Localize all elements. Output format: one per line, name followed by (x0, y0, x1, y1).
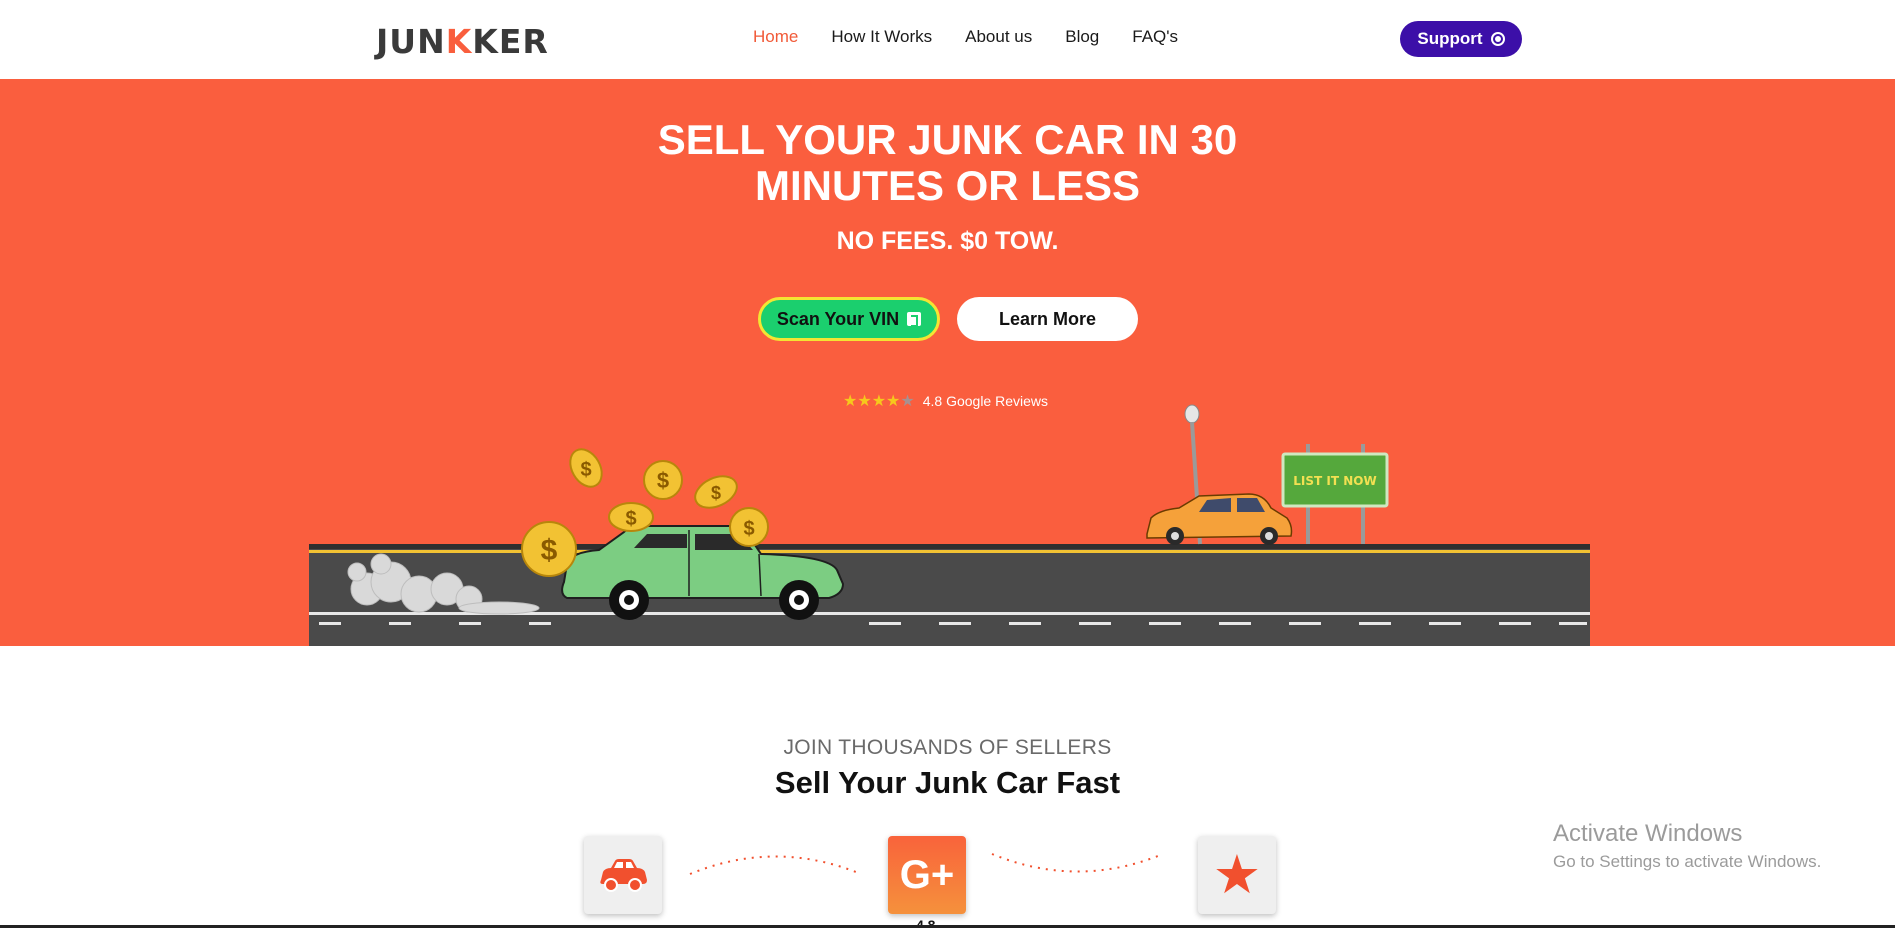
dotted-connector (991, 853, 1159, 873)
hero-headline: SELL YOUR JUNK CAR IN 30 MINUTES OR LESS (0, 117, 1895, 209)
logo-text-2: K (445, 22, 473, 61)
coin: $ (729, 507, 769, 547)
hero-section: SELL YOUR JUNK CAR IN 30 MINUTES OR LESS… (0, 79, 1895, 646)
coin: $ (608, 502, 654, 532)
list-it-now-sign: LIST IT NOW (1281, 444, 1389, 544)
support-label: Support (1417, 29, 1483, 48)
section-eyebrow: JOIN THOUSANDS OF SELLERS (783, 736, 1112, 759)
enter-icon (907, 312, 922, 327)
nav-home[interactable]: Home (753, 27, 798, 47)
car-icon (600, 859, 647, 892)
hero-subheadline: NO FEES. $0 TOW. (836, 227, 1059, 255)
svg-text:$: $ (580, 459, 591, 481)
star-tile: ★ (1198, 836, 1276, 914)
nav-faqs[interactable]: FAQ's (1132, 27, 1178, 47)
learn-more-button[interactable]: Learn More (957, 297, 1138, 341)
support-button[interactable]: Support (1400, 21, 1522, 57)
activate-windows-watermark: Activate Windows Go to Settings to activ… (1553, 820, 1821, 872)
nav-blog[interactable]: Blog (1065, 27, 1099, 47)
svg-text:$: $ (657, 468, 669, 493)
scan-vin-label: Scan Your VIN (776, 308, 900, 329)
headline-line-1: SELL YOUR JUNK CAR IN 30 (657, 116, 1238, 163)
svg-text:$: $ (743, 518, 754, 540)
dotted-connector (689, 855, 857, 875)
logo-text-1: JUN (376, 22, 446, 61)
nav-about-us[interactable]: About us (965, 27, 1032, 47)
learn-more-label: Learn More (998, 308, 1097, 329)
nav-how-it-works[interactable]: How It Works (831, 27, 932, 47)
star-icon: ★ (1212, 845, 1262, 905)
main-nav: Home How It Works About us Blog FAQ's (753, 27, 1211, 47)
activate-line-2: Go to Settings to activate Windows. (1553, 852, 1822, 871)
coin: $ (694, 475, 738, 509)
crashed-car (1146, 493, 1293, 545)
sign-text: LIST IT NOW (1293, 474, 1376, 488)
activate-line-1: Activate Windows (1553, 820, 1743, 847)
scan-vin-button[interactable]: Scan Your VIN (758, 297, 940, 341)
road-yellow-line (309, 550, 1590, 553)
car-tile (584, 836, 662, 914)
radio-dot-icon (1490, 32, 1505, 46)
coin: $ (643, 460, 683, 500)
svg-text:$: $ (541, 534, 558, 567)
junkker-logo[interactable]: JUNKKER (376, 22, 549, 61)
road-illustration: $ $ $ $ $ $ LIST IT NOW (309, 404, 1590, 646)
google-plus-tile: G+ (888, 836, 966, 914)
svg-text:$: $ (625, 508, 636, 530)
coin: $ (521, 521, 577, 577)
coin: $ (569, 448, 603, 488)
road (309, 544, 1590, 646)
site-header: JUNKKER Home How It Works About us Blog … (0, 0, 1895, 79)
logo-text-3: KER (472, 22, 549, 61)
headline-line-2: MINUTES OR LESS (754, 162, 1141, 209)
google-plus-icon: G+ (899, 852, 955, 897)
section-title: Sell Your Junk Car Fast (774, 765, 1121, 800)
svg-text:$: $ (711, 483, 721, 503)
